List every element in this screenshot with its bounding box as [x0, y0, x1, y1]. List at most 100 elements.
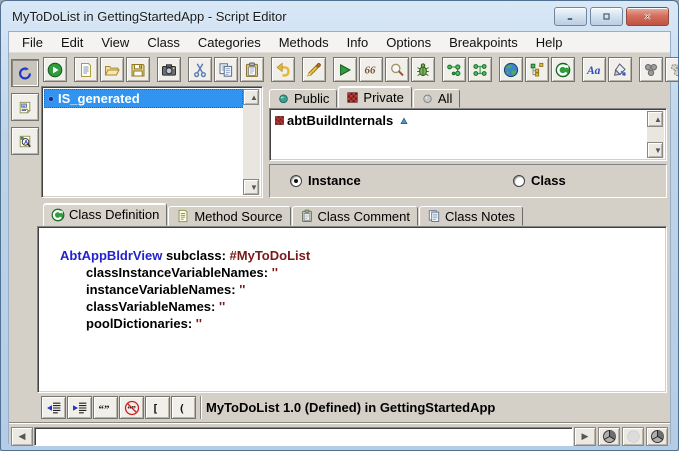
class-cycle-button[interactable] [551, 57, 575, 82]
svg-text:“”: “” [98, 403, 109, 415]
client-area: FileEditViewClassCategoriesMethodsInfoOp… [8, 31, 671, 444]
code-token-plain: instanceVariableNames: [86, 282, 239, 297]
tab-public[interactable]: Public [269, 89, 337, 108]
highlight-marker-icon [306, 62, 322, 78]
radio-instance[interactable]: Instance [290, 173, 361, 188]
methods-list-item[interactable]: abtBuildInternals [272, 111, 647, 130]
quotes-button[interactable]: “” [93, 396, 118, 419]
copy-icon [218, 62, 234, 78]
toolbar-group [74, 57, 150, 82]
dial-right-indicator[interactable] [646, 427, 668, 446]
parts-list-scrollbar[interactable]: ▲▼ [243, 89, 260, 195]
menu-methods[interactable]: Methods [270, 33, 338, 52]
execute-button[interactable] [43, 57, 67, 82]
no-quotes-button[interactable]: “” [119, 396, 144, 419]
new-document-button[interactable] [74, 57, 98, 82]
toolbar-group [43, 57, 67, 82]
indent-left-button[interactable] [41, 396, 66, 419]
tab-class-notes[interactable]: Class Notes [419, 206, 523, 226]
dial-dither-icon [626, 429, 641, 444]
part-hierarchy-button[interactable] [525, 57, 549, 82]
titlebar[interactable]: MyToDoList in GettingStartedApp - Script… [1, 1, 678, 31]
undo-icon [275, 62, 291, 78]
scroll-up-button[interactable]: ▲ [243, 89, 259, 105]
menu-edit[interactable]: Edit [52, 33, 92, 52]
link-parts-tree-icon [472, 62, 488, 78]
indent-right-button[interactable] [67, 396, 92, 419]
undo-button[interactable] [271, 57, 295, 82]
inspect-magnifier-button[interactable] [385, 57, 409, 82]
scroll-down-button[interactable]: ▼ [647, 142, 663, 158]
square-brackets-button[interactable]: [ ] [145, 396, 170, 419]
copy-button[interactable] [214, 57, 238, 82]
menu-class[interactable]: Class [138, 33, 189, 52]
tab-class-definition[interactable]: Class Definition [43, 203, 167, 226]
open-file-button[interactable] [100, 57, 124, 82]
scroll-down-button[interactable]: ▼ [243, 179, 259, 195]
font-settings-button[interactable]: Aa [582, 57, 606, 82]
link-parts-button[interactable] [442, 57, 466, 82]
menu-view[interactable]: View [92, 33, 138, 52]
parts-list-item[interactable]: IS_generated [44, 89, 243, 108]
dial-right-icon [650, 429, 665, 444]
methods-list-body: abtBuildInternals [272, 111, 647, 158]
window-controls [554, 7, 669, 26]
link-parts-tree-button[interactable] [468, 57, 492, 82]
menu-help[interactable]: Help [527, 33, 572, 52]
tab-all[interactable]: All [413, 89, 460, 108]
methods-list[interactable]: abtBuildInternals ▲▼ [269, 108, 667, 161]
highlight-marker-button[interactable] [302, 57, 326, 82]
cut-icon [192, 62, 208, 78]
find-text-button[interactable]: A [11, 127, 39, 155]
cut-button[interactable] [188, 57, 212, 82]
paste-button[interactable] [240, 57, 264, 82]
scroll-right-button[interactable]: ▶ [574, 427, 596, 446]
parts-solid-icon [643, 62, 659, 78]
parentheses-button[interactable]: ( ) [171, 396, 196, 419]
parts-outline-button[interactable] [665, 57, 679, 82]
main-toolbar: 66 Aa [43, 56, 670, 83]
snapshot-camera-button[interactable] [157, 57, 181, 82]
tab-method-source[interactable]: Method Source [168, 206, 290, 226]
status-row: “”“”[ ]( ) MyToDoList 1.0 (Defined) in G… [41, 395, 667, 420]
tab-private[interactable]: Private [338, 86, 411, 108]
parts-outline-icon [669, 62, 679, 78]
close-button[interactable] [626, 7, 669, 26]
color-fill-button[interactable] [608, 57, 632, 82]
cycle-arrow-button[interactable] [11, 59, 39, 87]
save-button[interactable] [126, 57, 150, 82]
code-editor[interactable]: AbtAppBldrView subclass: #MyToDoListclas… [37, 226, 667, 393]
menu-options[interactable]: Options [377, 33, 440, 52]
web-globe-button[interactable] [499, 57, 523, 82]
browse-glasses-button[interactable]: 66 [359, 57, 383, 82]
run-play-icon [337, 62, 353, 78]
message-field[interactable] [34, 427, 573, 446]
snapshot-camera-icon [161, 62, 177, 78]
code-token-class: AbtAppBldrView [60, 248, 162, 263]
script-editor-window: MyToDoList in GettingStartedApp - Script… [0, 0, 679, 451]
tab-class-comment[interactable]: Class Comment [292, 206, 418, 226]
maximize-button[interactable] [590, 7, 623, 26]
code-token-plain: poolDictionaries: [86, 316, 196, 331]
radio-class[interactable]: Class [513, 173, 566, 188]
menu-file[interactable]: File [13, 33, 52, 52]
parts-solid-button[interactable] [639, 57, 663, 82]
script-note-button[interactable] [11, 93, 39, 121]
minimize-button[interactable] [554, 7, 587, 26]
visibility-tabs: PublicPrivateAll [269, 86, 667, 108]
code-line: classInstanceVariableNames: '' [60, 264, 658, 281]
menu-breakpoints[interactable]: Breakpoints [440, 33, 527, 52]
menu-info[interactable]: Info [338, 33, 378, 52]
menu-categories[interactable]: Categories [189, 33, 270, 52]
scroll-up-button[interactable]: ▲ [647, 111, 663, 127]
code-token-symbol: '' [219, 299, 225, 314]
debug-bug-button[interactable] [411, 57, 435, 82]
code-line: AbtAppBldrView subclass: #MyToDoList [60, 247, 658, 264]
methods-panel: PublicPrivateAll abtBuildInternals ▲▼ In… [269, 86, 667, 198]
methods-list-scrollbar[interactable]: ▲▼ [647, 111, 664, 158]
run-play-button[interactable] [333, 57, 357, 82]
dial-left-indicator[interactable] [598, 427, 620, 446]
scroll-left-button[interactable]: ◀ [11, 427, 33, 446]
dial-dither-indicator[interactable] [622, 427, 644, 446]
parts-list[interactable]: IS_generated ▲▼ [41, 86, 263, 198]
